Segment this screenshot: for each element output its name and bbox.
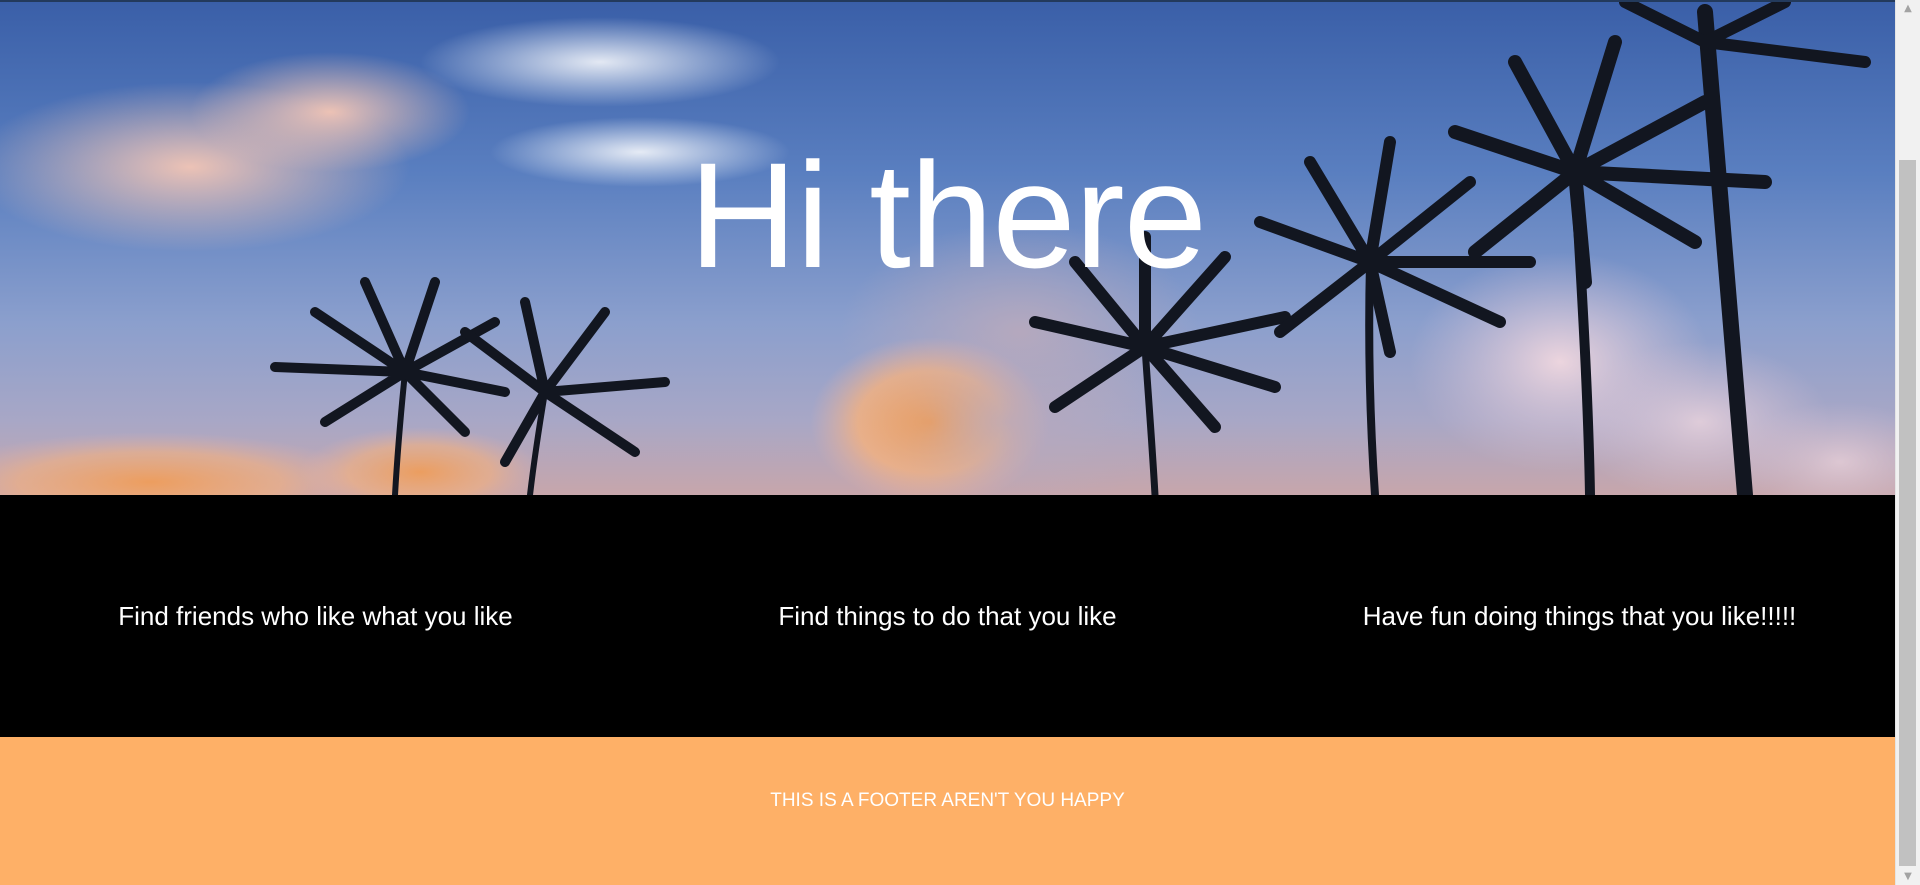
page-footer: THIS IS A FOOTER AREN'T YOU HAPPY: [0, 737, 1895, 885]
scrollbar-thumb[interactable]: [1899, 160, 1916, 866]
feature-item-things-to-do: Find things to do that you like: [778, 600, 1117, 631]
footer-text: THIS IS A FOOTER AREN'T YOU HAPPY: [770, 790, 1125, 811]
vertical-scrollbar[interactable]: ▲ ▼: [1895, 0, 1920, 885]
triangle-down-icon[interactable]: ▼: [1896, 868, 1920, 885]
features-band: Find friends who like what you like Find…: [0, 495, 1895, 737]
page-viewport: Hi there Find friends who like what you …: [0, 0, 1895, 885]
hero-title: Hi there: [688, 131, 1207, 299]
feature-item-friends: Find friends who like what you like: [118, 600, 513, 631]
feature-item-have-fun: Have fun doing things that you like!!!!!: [1362, 600, 1797, 631]
hero-banner: Hi there: [0, 2, 1895, 495]
triangle-up-icon[interactable]: ▲: [1896, 0, 1920, 17]
